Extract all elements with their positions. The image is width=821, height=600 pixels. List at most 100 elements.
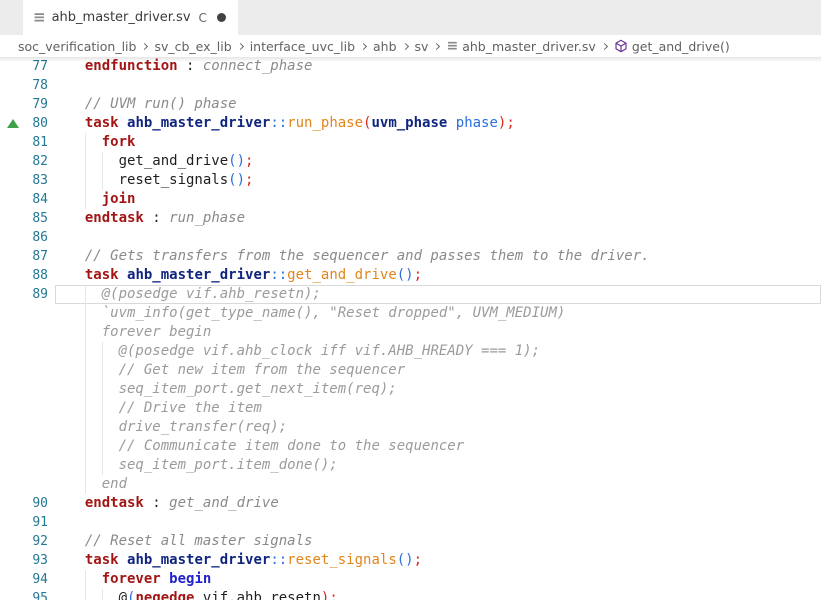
breadcrumb-label: get_and_drive() <box>632 39 730 54</box>
gutter: 77 <box>0 57 55 76</box>
code-line-content[interactable]: // Gets transfers from the sequencer and… <box>55 247 821 266</box>
gutter <box>0 380 55 399</box>
breadcrumb-item[interactable]: ≡ahb_master_driver.sv <box>446 39 595 54</box>
line-number: 79 <box>32 97 48 112</box>
code-text: @(posedge vif.ahb_resetn); <box>68 286 321 302</box>
code-text: // UVM run() phase <box>68 96 237 112</box>
code-line[interactable]: `uvm_info(get_type_name(), "Reset droppe… <box>0 304 821 323</box>
gutter <box>0 418 55 437</box>
tab-bar: ≡ ahb_master_driver.sv C <box>0 0 821 35</box>
breadcrumb-item[interactable]: get_and_drive() <box>614 39 730 54</box>
code-line[interactable]: 77 endfunction : connect_phase <box>0 57 821 76</box>
code-text: end <box>68 476 127 492</box>
code-line-content[interactable]: forever begin <box>55 323 821 342</box>
breadcrumb-item[interactable]: soc_verification_lib <box>18 39 136 54</box>
code-line[interactable]: // Get new item from the sequencer <box>0 361 821 380</box>
code-line-content[interactable]: endtask : get_and_drive <box>55 494 821 513</box>
code-line-content[interactable]: // Communicate item done to the sequence… <box>55 437 821 456</box>
code-line-content[interactable]: // Drive the item <box>55 399 821 418</box>
breadcrumb-label: sv_cb_ex_lib <box>154 39 231 54</box>
code-line[interactable]: @(posedge vif.ahb_clock iff vif.AHB_HREA… <box>0 342 821 361</box>
gutter: 92 <box>0 532 55 551</box>
line-number: 90 <box>32 496 48 511</box>
code-line[interactable]: 80 task ahb_master_driver::run_phase(uvm… <box>0 114 821 133</box>
code-text: endtask : get_and_drive <box>68 495 279 511</box>
code-line[interactable]: 82 get_and_drive(); <box>0 152 821 171</box>
code-line[interactable]: // Drive the item <box>0 399 821 418</box>
code-line[interactable]: 91 <box>0 513 821 532</box>
code-line-content[interactable]: drive_transfer(req); <box>55 418 821 437</box>
tab-ahb-master-driver[interactable]: ≡ ahb_master_driver.sv C <box>23 0 238 35</box>
code-line-content[interactable] <box>55 76 821 95</box>
code-line-content[interactable]: task ahb_master_driver::reset_signals(); <box>55 551 821 570</box>
code-line[interactable]: drive_transfer(req); <box>0 418 821 437</box>
code-line[interactable]: 93 task ahb_master_driver::reset_signals… <box>0 551 821 570</box>
gutter: 89 <box>0 285 55 304</box>
vscode-window: ≡ ahb_master_driver.sv C soc_verificatio… <box>0 0 821 600</box>
code-line-content[interactable]: get_and_drive(); <box>55 152 821 171</box>
gutter: 91 <box>0 513 55 532</box>
breadcrumb-item[interactable]: sv <box>415 39 429 54</box>
line-number: 87 <box>32 249 48 264</box>
code-line[interactable]: 89 @(posedge vif.ahb_resetn); <box>0 285 821 304</box>
change-marker-icon[interactable] <box>7 119 19 128</box>
code-line-content[interactable] <box>55 513 821 532</box>
code-line[interactable]: 83 reset_signals(); <box>0 171 821 190</box>
code-line[interactable]: 95 @(negedge vif.ahb_resetn); <box>0 589 821 600</box>
breadcrumb-item[interactable]: ahb <box>373 39 397 54</box>
code-line[interactable]: 79 // UVM run() phase <box>0 95 821 114</box>
code-line[interactable]: seq_item_port.get_next_item(req); <box>0 380 821 399</box>
code-line-content[interactable]: end <box>55 475 821 494</box>
code-line[interactable]: 85 endtask : run_phase <box>0 209 821 228</box>
code-line-content[interactable] <box>55 228 821 247</box>
code-line[interactable]: 94 forever begin <box>0 570 821 589</box>
code-line[interactable]: 90 endtask : get_and_drive <box>0 494 821 513</box>
code-line[interactable]: forever begin <box>0 323 821 342</box>
code-text: // Drive the item <box>68 400 262 416</box>
code-line-content[interactable]: reset_signals(); <box>55 171 821 190</box>
line-number: 88 <box>32 268 48 283</box>
code-line[interactable]: // Communicate item done to the sequence… <box>0 437 821 456</box>
code-text: get_and_drive(); <box>68 153 253 169</box>
gutter: 81 <box>0 133 55 152</box>
modified-dot-icon[interactable] <box>217 13 226 22</box>
code-line[interactable]: end <box>0 475 821 494</box>
breadcrumb-item[interactable]: sv_cb_ex_lib <box>154 39 231 54</box>
code-line-content[interactable]: // Get new item from the sequencer <box>55 361 821 380</box>
code-line-content[interactable]: @(posedge vif.ahb_clock iff vif.AHB_HREA… <box>55 342 821 361</box>
current-line[interactable]: @(posedge vif.ahb_resetn); <box>55 285 821 304</box>
code-line[interactable]: seq_item_port.item_done(); <box>0 456 821 475</box>
code-line[interactable]: 88 task ahb_master_driver::get_and_drive… <box>0 266 821 285</box>
line-number: 94 <box>32 572 48 587</box>
code-line-content[interactable]: // UVM run() phase <box>55 95 821 114</box>
code-editor[interactable]: 77 endfunction : connect_phase7879 // UV… <box>0 57 821 600</box>
gutter <box>0 475 55 494</box>
code-line-content[interactable]: `uvm_info(get_type_name(), "Reset droppe… <box>55 304 821 323</box>
code-line[interactable]: 87 // Gets transfers from the sequencer … <box>0 247 821 266</box>
code-line-content[interactable]: seq_item_port.item_done(); <box>55 456 821 475</box>
line-number: 82 <box>32 154 48 169</box>
code-line[interactable]: 92 // Reset all master signals <box>0 532 821 551</box>
code-line[interactable]: 78 <box>0 76 821 95</box>
code-line-content[interactable]: endfunction : connect_phase <box>55 57 821 76</box>
gutter: 88 <box>0 266 55 285</box>
code-line[interactable]: 84 join <box>0 190 821 209</box>
gutter: 87 <box>0 247 55 266</box>
code-line-content[interactable]: forever begin <box>55 570 821 589</box>
line-number: 81 <box>32 135 48 150</box>
code-text: task ahb_master_driver::reset_signals(); <box>68 552 422 568</box>
breadcrumb-item[interactable]: interface_uvc_lib <box>250 39 355 54</box>
code-line-content[interactable]: task ahb_master_driver::get_and_drive(); <box>55 266 821 285</box>
tab-title: ahb_master_driver.sv <box>52 10 191 25</box>
code-line-content[interactable]: // Reset all master signals <box>55 532 821 551</box>
code-line[interactable]: 81 fork <box>0 133 821 152</box>
gutter: 95 <box>0 589 55 600</box>
code-line-content[interactable]: task ahb_master_driver::run_phase(uvm_ph… <box>55 114 821 133</box>
code-line-content[interactable]: fork <box>55 133 821 152</box>
code-lines: 77 endfunction : connect_phase7879 // UV… <box>0 57 821 600</box>
code-line-content[interactable]: @(negedge vif.ahb_resetn); <box>55 589 821 600</box>
code-line-content[interactable]: seq_item_port.get_next_item(req); <box>55 380 821 399</box>
code-line[interactable]: 86 <box>0 228 821 247</box>
code-line-content[interactable]: join <box>55 190 821 209</box>
code-line-content[interactable]: endtask : run_phase <box>55 209 821 228</box>
